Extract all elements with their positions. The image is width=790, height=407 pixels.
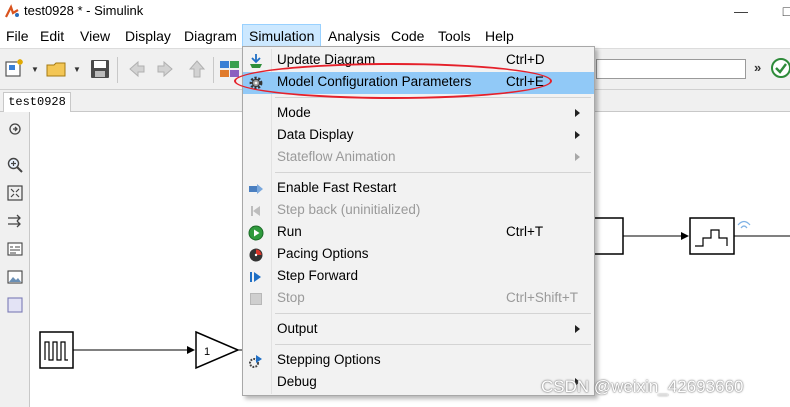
up-icon[interactable] xyxy=(185,57,209,81)
submenu-arrow-icon xyxy=(575,325,580,333)
menu-item-pacing-options[interactable]: Pacing Options xyxy=(243,244,594,266)
menu-item-label: Data Display xyxy=(277,127,354,142)
menu-item-label: Stepping Options xyxy=(277,352,381,367)
check-icon[interactable] xyxy=(770,57,790,79)
signal-line[interactable] xyxy=(73,346,195,354)
menu-edit[interactable]: Edit xyxy=(34,24,70,48)
menu-code[interactable]: Code xyxy=(385,24,430,48)
new-model-icon[interactable] xyxy=(3,57,27,81)
window-title: test0928 * - Simulink xyxy=(24,3,144,18)
title-bar: test0928 * - Simulink — □ xyxy=(0,0,790,24)
menu-item-label: Step back (uninitialized) xyxy=(277,202,421,217)
arrow-route-icon[interactable] xyxy=(6,212,24,230)
signal-line[interactable] xyxy=(623,232,689,240)
simulink-logo-icon xyxy=(5,4,19,18)
left-palette xyxy=(0,112,30,407)
menu-item-label: Pacing Options xyxy=(277,246,369,261)
update-diagram-icon xyxy=(250,54,262,68)
quantizer-block[interactable] xyxy=(689,217,735,255)
pulse-generator-block[interactable] xyxy=(39,331,74,369)
menu-file[interactable]: File xyxy=(0,24,35,48)
step-forward-icon xyxy=(250,272,261,282)
fit-view-icon[interactable] xyxy=(6,184,24,202)
menu-item-label: Step Forward xyxy=(277,268,359,283)
back-icon[interactable] xyxy=(124,57,148,81)
submenu-arrow-icon xyxy=(575,109,580,117)
menu-item-label: Stateflow Animation xyxy=(277,149,396,164)
step-back-icon xyxy=(251,206,260,216)
stop-icon xyxy=(250,293,262,305)
toolbar-separator xyxy=(213,57,214,83)
menu-item-data-display[interactable]: Data Display xyxy=(243,125,594,147)
menu-item-label: Stop xyxy=(277,290,305,305)
submenu-arrow-icon xyxy=(575,153,580,161)
new-model-dropdown-icon[interactable]: ▼ xyxy=(31,65,39,74)
forward-icon[interactable] xyxy=(154,57,178,81)
stepping-options-icon xyxy=(249,355,262,368)
menu-item-label: Run xyxy=(277,224,302,239)
signal-stream-icon xyxy=(737,220,751,229)
watermark: CSDN @weixin_42693660 xyxy=(541,377,744,396)
minimize-button[interactable]: — xyxy=(718,0,764,24)
menu-simulation[interactable]: Simulation xyxy=(242,24,322,48)
menu-item-stateflow-animation: Stateflow Animation xyxy=(243,147,594,169)
menu-separator xyxy=(275,313,591,314)
toolbar-overflow-button[interactable]: » xyxy=(754,60,761,75)
menu-diagram[interactable]: Diagram xyxy=(178,24,243,48)
gain-value: 1 xyxy=(204,346,210,358)
menu-item-stop: Stop Ctrl+Shift+T xyxy=(243,288,594,310)
menu-view[interactable]: View xyxy=(74,24,116,48)
menu-tools[interactable]: Tools xyxy=(432,24,477,48)
menu-item-label: Debug xyxy=(277,374,317,389)
pacing-icon xyxy=(249,248,263,262)
hide-show-icon[interactable] xyxy=(6,120,24,138)
toolbar-separator xyxy=(117,57,118,83)
subsystem-block[interactable] xyxy=(591,217,624,255)
run-icon xyxy=(248,225,264,241)
menu-item-label: Output xyxy=(277,321,318,336)
annotation-icon[interactable] xyxy=(6,240,24,258)
menu-item-output[interactable]: Output xyxy=(243,319,594,341)
menu-item-enable-fast-restart[interactable]: Enable Fast Restart xyxy=(243,178,594,200)
tab-model[interactable]: test0928 xyxy=(3,92,71,112)
menu-analysis[interactable]: Analysis xyxy=(322,24,386,48)
menu-item-run[interactable]: Run Ctrl+T xyxy=(243,222,594,244)
menu-item-step-forward[interactable]: Step Forward xyxy=(243,266,594,288)
save-icon[interactable] xyxy=(88,57,112,81)
open-folder-icon[interactable] xyxy=(45,57,69,81)
menu-item-label: Mode xyxy=(277,105,311,120)
maximize-button[interactable]: □ xyxy=(764,0,790,24)
menu-item-mode[interactable]: Mode xyxy=(243,103,594,125)
annotation-ellipse xyxy=(234,63,552,99)
menu-item-shortcut: Ctrl+T xyxy=(506,224,544,239)
menu-bar: File Edit View Display Diagram Simulatio… xyxy=(0,24,790,48)
menu-item-shortcut: Ctrl+D xyxy=(506,52,545,67)
menu-separator xyxy=(275,172,591,173)
area-icon[interactable] xyxy=(6,296,24,314)
gain-block[interactable]: 1 xyxy=(195,330,240,370)
menu-separator xyxy=(275,344,591,345)
submenu-arrow-icon xyxy=(575,131,580,139)
menu-item-shortcut: Ctrl+Shift+T xyxy=(506,290,579,305)
stop-time-input[interactable] xyxy=(596,59,746,79)
menu-item-label: Enable Fast Restart xyxy=(277,180,397,195)
menu-item-stepping-options[interactable]: Stepping Options xyxy=(243,350,594,372)
zoom-icon[interactable] xyxy=(6,156,24,174)
image-icon[interactable] xyxy=(6,268,24,286)
fast-restart-icon xyxy=(249,184,263,194)
open-dropdown-icon[interactable]: ▼ xyxy=(73,65,81,74)
menu-help[interactable]: Help xyxy=(479,24,520,48)
menu-item-step-back: Step back (uninitialized) xyxy=(243,200,594,222)
menu-display[interactable]: Display xyxy=(119,24,177,48)
